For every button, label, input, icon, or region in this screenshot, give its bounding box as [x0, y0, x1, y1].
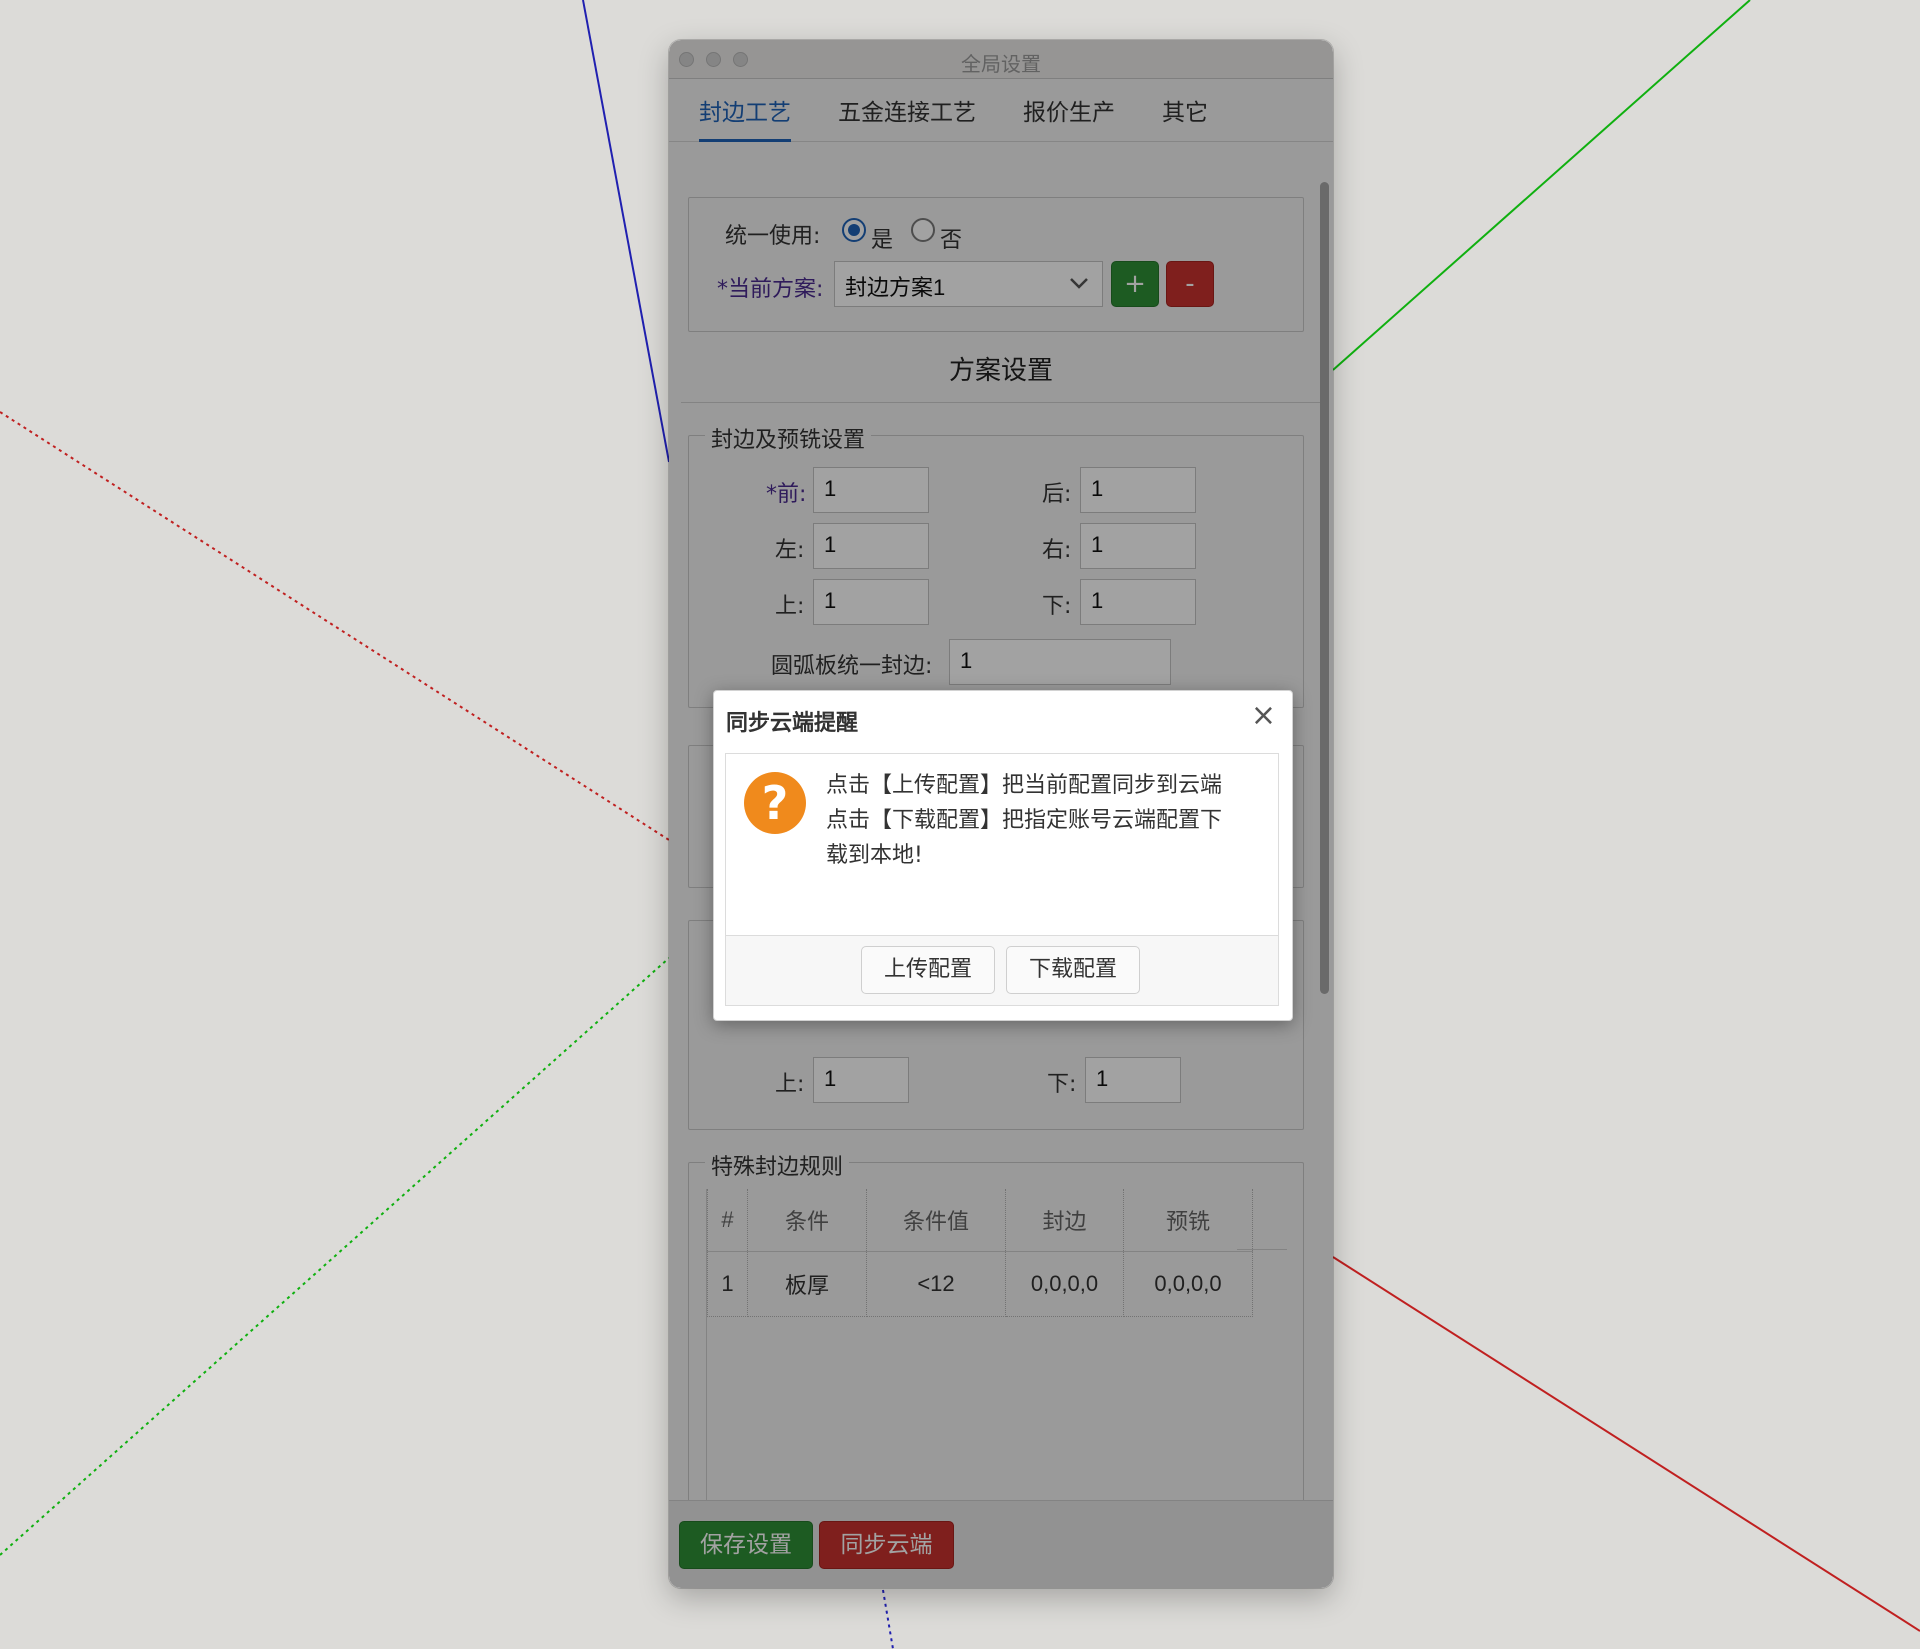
upload-config-button[interactable]: 上传配置	[861, 946, 995, 994]
question-icon: ?	[744, 772, 806, 834]
blue-axis-dotted	[882, 1589, 894, 1649]
red-axis-dotted	[0, 411, 670, 841]
dialog-footer: 上传配置 下载配置	[725, 936, 1279, 1006]
sync-cloud-dialog: 同步云端提醒 × ? 点击【上传配置】把当前配置同步到云端 点击【下载配置】把指…	[713, 690, 1293, 1021]
dialog-title: 同步云端提醒	[726, 711, 859, 736]
dialog-body: ? 点击【上传配置】把当前配置同步到云端 点击【下载配置】把指定账号云端配置下 …	[725, 753, 1279, 936]
download-config-button[interactable]: 下载配置	[1006, 946, 1140, 994]
dialog-message-line1: 点击【上传配置】把当前配置同步到云端	[826, 773, 1223, 798]
close-icon[interactable]: ×	[1251, 701, 1276, 731]
dialog-message-line3: 载到本地!	[826, 843, 923, 868]
dialog-message-line2: 点击【下载配置】把指定账号云端配置下	[826, 808, 1223, 833]
blue-axis	[582, 0, 670, 463]
red-axis	[1332, 1256, 1920, 1632]
green-axis	[1332, 0, 1751, 371]
dialog-message: 点击【上传配置】把当前配置同步到云端 点击【下载配置】把指定账号云端配置下 载到…	[826, 768, 1266, 873]
green-axis-dotted	[0, 957, 670, 1556]
